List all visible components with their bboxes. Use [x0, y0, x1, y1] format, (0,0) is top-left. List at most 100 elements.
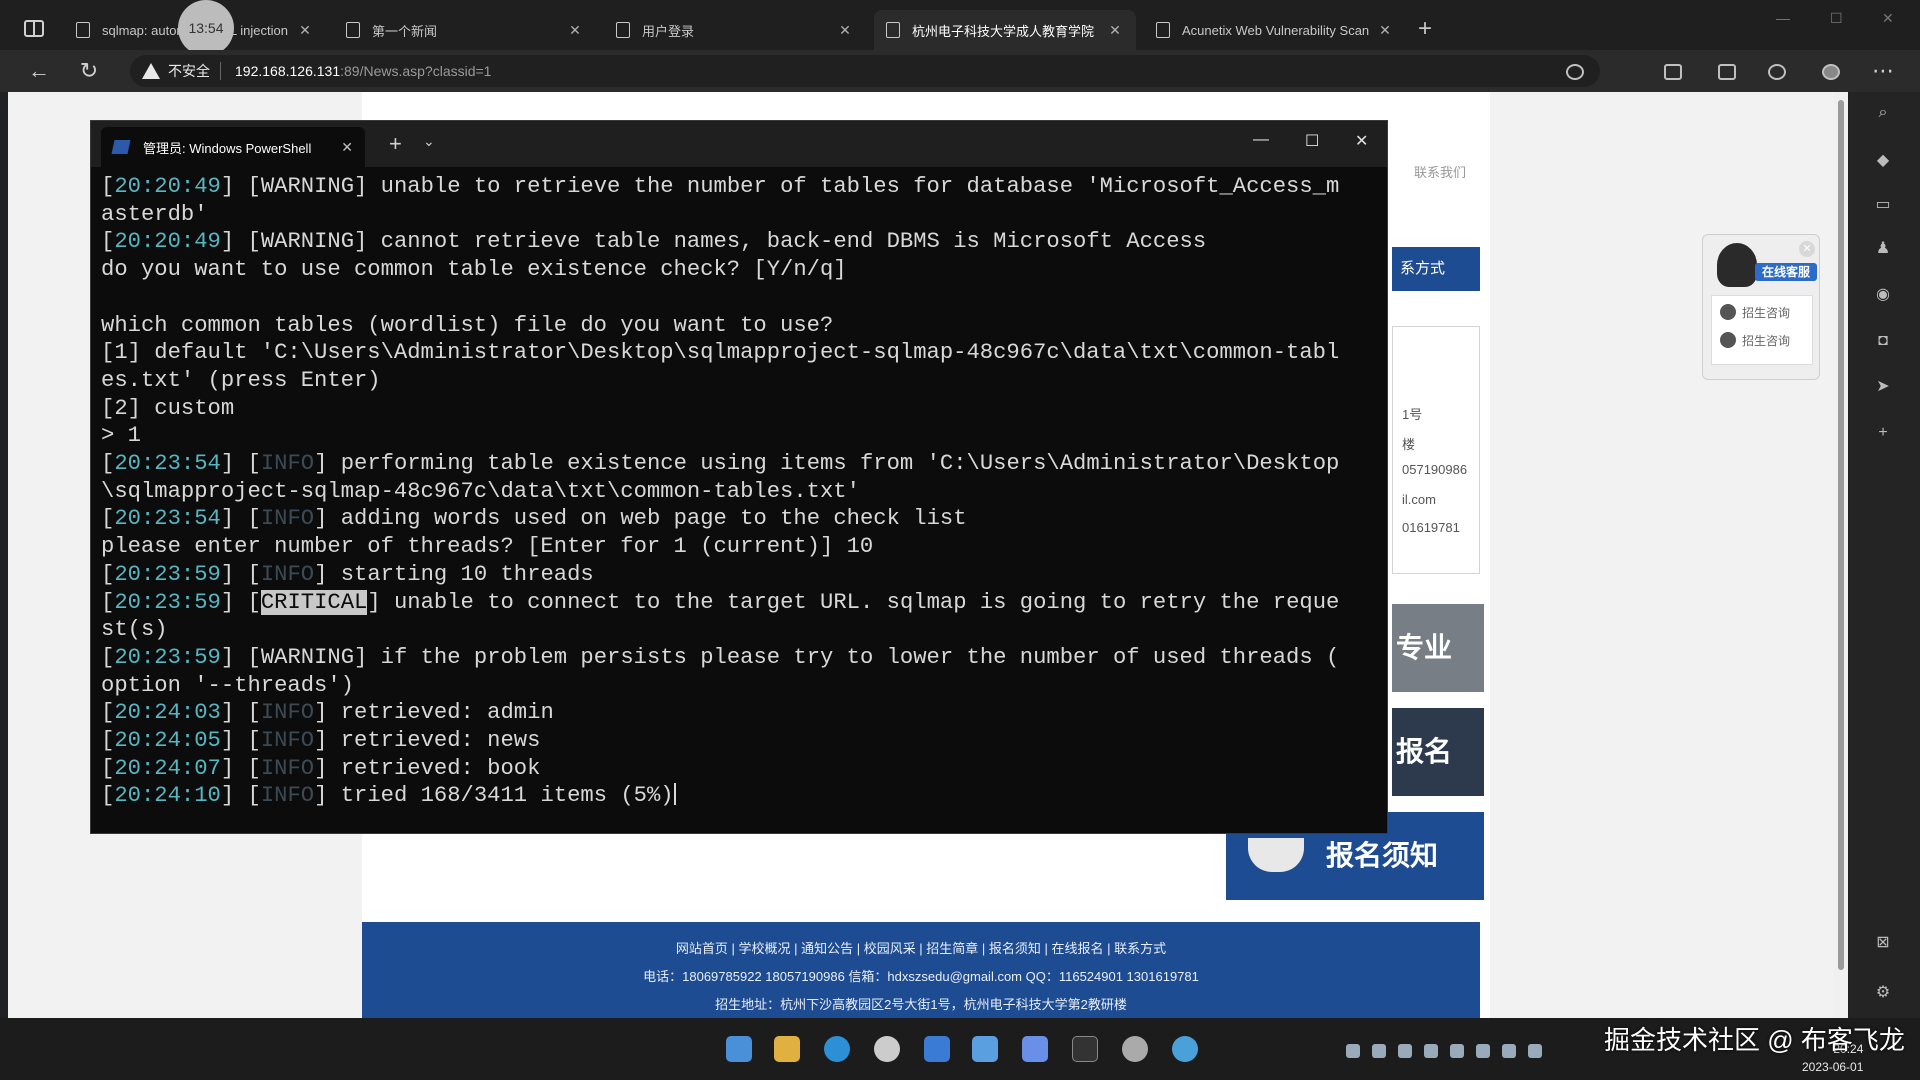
terminal-tab[interactable]: 管理员: Windows PowerShell ✕	[101, 127, 365, 167]
send-icon[interactable]: ➤	[1874, 378, 1892, 396]
close-icon[interactable]: ✕	[1355, 131, 1368, 151]
terminal-output[interactable]: [20:20:49] [WARNING] unable to retrieve …	[101, 173, 1373, 823]
tray-icon[interactable]	[1528, 1044, 1542, 1058]
outlook-icon[interactable]: ◘	[1874, 332, 1892, 350]
chevron-down-icon[interactable]: ⌄	[423, 133, 435, 150]
tab-acunetix[interactable]: Acunetix Web Vulnerability Scanner ✕	[1144, 10, 1406, 50]
terminal-line: [20:24:05] [INFO] retrieved: news	[101, 727, 1373, 755]
contact-info-line: 1号	[1402, 407, 1423, 422]
tab-first-news[interactable]: 第一个新闻 ✕	[334, 10, 596, 50]
maximize-icon[interactable]: ☐	[1305, 131, 1319, 151]
close-icon[interactable]: ✕	[1799, 241, 1815, 257]
tab-hdu-adult-education[interactable]: 杭州电子科技大学成人教育学院 ✕	[874, 10, 1136, 50]
page-footer: 网站首页 | 学校概况 | 通知公告 | 校园风采 | 招生简章 | 报名须知 …	[362, 922, 1480, 1018]
bracket: ] [	[220, 700, 261, 726]
file-explorer-icon[interactable]	[774, 1036, 800, 1062]
admission-consult-link[interactable]: 招生咨询	[1742, 332, 1790, 349]
tab-label: 杭州电子科技大学成人教育学院	[912, 23, 1095, 39]
clock-date: 2023-06-01	[1802, 1060, 1864, 1074]
url-host: 192.168.126.131	[235, 63, 341, 79]
new-terminal-tab-button[interactable]: +	[389, 131, 402, 157]
service-list: 招生咨询 招生咨询	[1711, 295, 1813, 365]
online-service-widget[interactable]: 在线客服 ✕ 招生咨询 招生咨询	[1702, 234, 1820, 380]
tray-icon[interactable]	[1372, 1044, 1386, 1058]
terminal-text: do you want to use common table existenc…	[101, 257, 847, 283]
tab-user-login[interactable]: 用户登录 ✕	[604, 10, 866, 50]
virtual-machine-icon[interactable]	[924, 1036, 950, 1062]
bracket: ] [	[220, 561, 261, 587]
new-tab-button[interactable]: +	[1418, 14, 1432, 44]
minimize-icon[interactable]: —	[1253, 131, 1269, 149]
favorites-star-icon[interactable]	[1566, 64, 1584, 80]
games-icon[interactable]: ◉	[1874, 286, 1892, 304]
terminal-line: [20:23:54] [INFO] adding words used on w…	[101, 505, 1373, 533]
online-service-badge: 在线客服	[1755, 263, 1817, 281]
tray-icon[interactable]	[1398, 1044, 1412, 1058]
security-status[interactable]: 不安全	[168, 61, 210, 81]
tab-actions-icon[interactable]	[24, 20, 44, 37]
terminal-text: please enter number of threads? [Enter f…	[101, 534, 874, 560]
log-timestamp: 20:24:05	[114, 728, 221, 754]
scrollbar-thumb[interactable]	[1838, 100, 1844, 970]
refresh-icon[interactable]: ↻	[76, 58, 102, 84]
maximize-icon[interactable]: ☐	[1830, 10, 1843, 27]
tool-app-icon[interactable]	[972, 1036, 998, 1062]
tray-icon[interactable]	[1450, 1044, 1464, 1058]
terminal-app-icon[interactable]	[1072, 1036, 1098, 1062]
tag-icon[interactable]: ◆	[1874, 152, 1892, 170]
app-icon[interactable]	[1022, 1036, 1048, 1062]
tray-icon[interactable]	[1502, 1044, 1516, 1058]
profile-avatar[interactable]	[1822, 64, 1840, 80]
url-input[interactable]: 不安全 192.168.126.131 :89/News.asp?classid…	[130, 55, 1600, 87]
tray-icon[interactable]	[1346, 1044, 1360, 1058]
close-icon[interactable]: ✕	[836, 22, 854, 39]
briefcase-icon[interactable]: ▭	[1874, 196, 1892, 214]
terminal-title-bar[interactable]: 管理员: Windows PowerShell ✕ + ⌄ — ☐ ✕	[91, 121, 1387, 167]
chrome-browser-icon[interactable]	[874, 1036, 900, 1062]
edge-browser-icon[interactable]	[824, 1036, 850, 1062]
back-arrow-icon[interactable]: ←	[26, 58, 52, 84]
page-icon	[1156, 22, 1170, 38]
close-icon[interactable]: ✕	[1106, 22, 1124, 39]
terminal-text: [2] custom	[101, 395, 235, 421]
powershell-window[interactable]: 管理员: Windows PowerShell ✕ + ⌄ — ☐ ✕ [20:…	[90, 120, 1388, 834]
collections-icon[interactable]	[1718, 64, 1736, 80]
contact-info-line: 057190986	[1402, 462, 1468, 477]
major-banner[interactable]: 专业	[1392, 604, 1484, 692]
extensions-icon[interactable]	[1664, 64, 1682, 80]
terminal-line: [20:24:10] [INFO] tried 168/3411 items (…	[101, 782, 1373, 810]
log-message: starting 10 threads	[327, 561, 594, 587]
people-icon[interactable]: ♟	[1874, 240, 1892, 258]
sidebar-toggle-icon[interactable]: ⊠	[1874, 934, 1892, 952]
log-timestamp: 20:20:49	[114, 174, 221, 199]
close-icon[interactable]: ✕	[566, 22, 584, 39]
add-icon[interactable]: +	[1874, 424, 1892, 442]
start-windows-icon[interactable]	[726, 1036, 752, 1062]
more-menu-icon[interactable]: ⋯	[1870, 58, 1896, 84]
chat-agent-icon	[1720, 332, 1736, 348]
close-icon[interactable]: ✕	[296, 22, 314, 39]
bracket: ]	[314, 728, 328, 754]
log-level: INFO	[260, 783, 315, 809]
log-timestamp: 20:23:54	[114, 451, 221, 477]
close-icon[interactable]: ✕	[1882, 10, 1894, 27]
close-icon[interactable]: ✕	[341, 139, 353, 156]
network-app-icon[interactable]	[1172, 1036, 1198, 1062]
search-icon[interactable]: ⌕	[1874, 104, 1892, 122]
browser-app-icon[interactable]	[1122, 1036, 1148, 1062]
signup-banner[interactable]: 报名	[1392, 708, 1484, 796]
bracket: ] [	[220, 728, 261, 754]
footer-links[interactable]: 网站首页 | 学校概况 | 通知公告 | 校园风采 | 招生简章 | 报名须知 …	[362, 938, 1480, 957]
history-icon[interactable]	[1768, 64, 1786, 80]
tray-icon[interactable]	[1476, 1044, 1490, 1058]
terminal-line: [20:24:03] [INFO] retrieved: admin	[101, 699, 1373, 727]
log-level: INFO	[260, 506, 315, 532]
terminal-line: please enter number of threads? [Enter f…	[101, 533, 1373, 561]
tray-icon[interactable]	[1424, 1044, 1438, 1058]
settings-gear-icon[interactable]: ⚙	[1874, 984, 1892, 1002]
contact-us-link[interactable]: 联系我们	[1414, 162, 1466, 181]
close-icon[interactable]: ✕	[1376, 22, 1394, 39]
minimize-icon[interactable]: —	[1776, 10, 1790, 26]
log-message: performing table existence using items f…	[327, 451, 1340, 477]
admission-consult-link[interactable]: 招生咨询	[1742, 304, 1790, 321]
